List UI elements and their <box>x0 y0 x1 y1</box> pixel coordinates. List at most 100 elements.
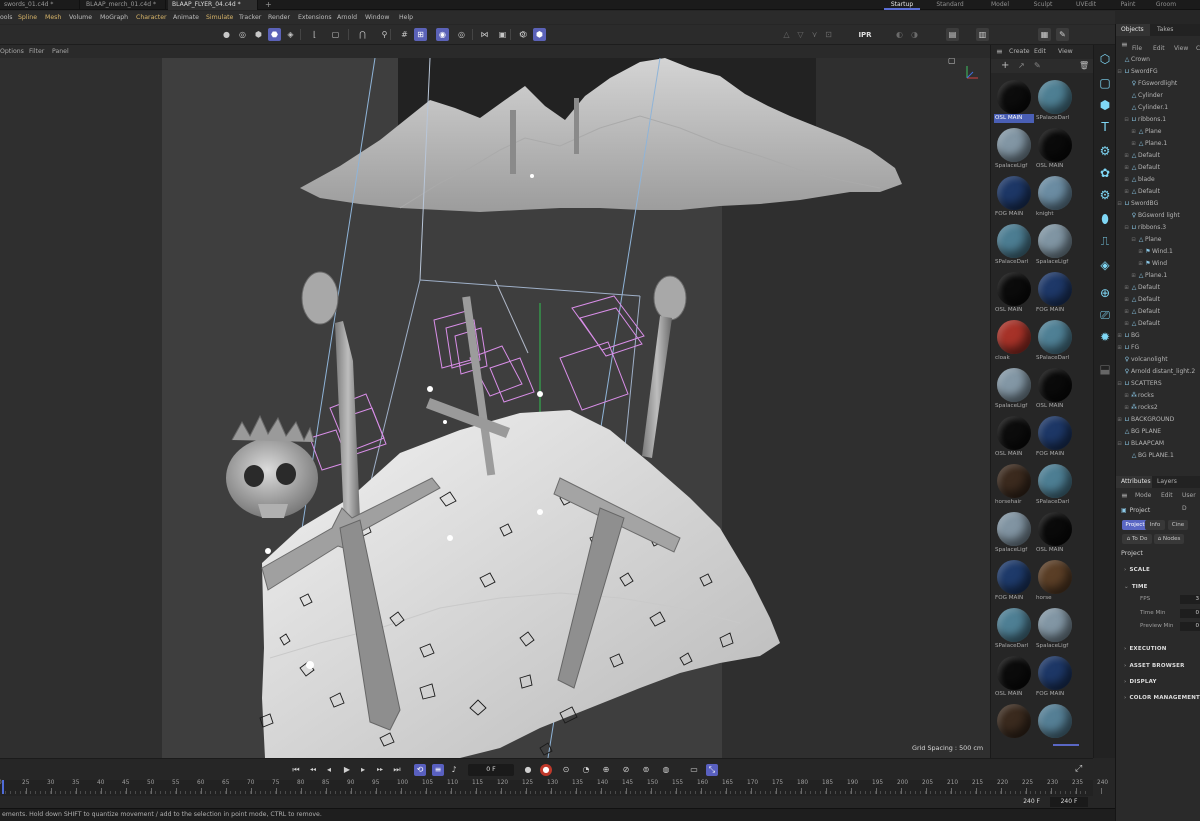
expand-toggle-icon[interactable]: ⊟ <box>1123 222 1130 234</box>
attributes-tab-button[interactable]: Info <box>1145 520 1165 530</box>
material-swatch[interactable]: OSL MAIN <box>1035 126 1075 173</box>
object-row[interactable]: ⊟ ⊔ SCATTERS <box>1116 378 1200 390</box>
grid-snap-icon[interactable]: # <box>398 28 411 41</box>
new-tab-button[interactable]: + <box>261 0 273 10</box>
points-mode-icon[interactable]: ● <box>220 28 233 41</box>
object-row[interactable]: ⊞ △ Plane.1 <box>1116 138 1200 150</box>
workplane-icon[interactable]: ⊞ <box>414 28 427 41</box>
expand-toggle-icon[interactable]: ⊞ <box>1116 414 1123 426</box>
expand-toggle-icon[interactable]: ⊞ <box>1130 138 1137 150</box>
objects-menu-item[interactable]: Edit <box>1153 42 1165 55</box>
camera-icon[interactable]: ⎚ <box>1097 307 1113 323</box>
ipr-button[interactable]: IPR <box>853 29 877 41</box>
fps-icon[interactable]: ≡ <box>432 764 444 776</box>
move-key-icon[interactable]: ⊕ <box>600 764 612 776</box>
objects-menu-item[interactable]: C <box>1196 42 1200 55</box>
timeline-view-icon[interactable]: ⤢ <box>1075 764 1082 774</box>
next-key-icon[interactable]: ▸▸ <box>374 764 386 776</box>
preview-end-field[interactable]: 240 F <box>1050 797 1088 807</box>
render-region-icon[interactable]: △ <box>780 28 793 41</box>
expand-toggle-icon[interactable]: ⊞ <box>1123 174 1130 186</box>
menu-item[interactable]: MoGraph <box>100 11 128 24</box>
symmetry-icon[interactable]: ◎ <box>455 28 468 41</box>
object-row[interactable]: ⊞ △ Default <box>1116 306 1200 318</box>
expand-toggle-icon[interactable]: ⊞ <box>1123 402 1130 414</box>
layout-tab[interactable]: Model <box>982 0 1018 10</box>
menu-item[interactable]: Character <box>136 11 167 24</box>
attributes-section[interactable]: › COLOR MANAGEMENT <box>1124 692 1200 704</box>
attributes-section[interactable]: › ASSET BROWSER <box>1124 660 1185 672</box>
arnold-ipr-icon[interactable]: ◑ <box>908 28 921 41</box>
expand-toggle-icon[interactable]: ⊞ <box>1137 246 1144 258</box>
object-row[interactable]: ⊟ ⊔ ribbons.1 <box>1116 114 1200 126</box>
viewport-nav-icons[interactable]: ✋ ⊕ ⤢ ▢ <box>948 58 990 65</box>
object-row[interactable]: ⊞ ⊔ BACKGROUND <box>1116 414 1200 426</box>
file-tab[interactable]: BLAAP_FLYER_04.c4d * <box>168 0 258 10</box>
material-swatch[interactable]: cloak <box>994 318 1034 365</box>
rotate-key-icon[interactable]: ⊘ <box>620 764 632 776</box>
expand-toggle-icon[interactable]: ⊞ <box>1137 258 1144 270</box>
trash-icon[interactable]: 🗑 <box>1079 61 1089 70</box>
scene-icon[interactable]: ⬢ <box>533 28 546 41</box>
object-row[interactable]: ⊞ ⚑Wind.1 <box>1116 246 1200 258</box>
go-to-start-icon[interactable]: ⏮ <box>290 764 302 776</box>
scale-key-icon[interactable]: ⊚ <box>640 764 652 776</box>
object-row[interactable]: ⊟ ⊔ SwordBG <box>1116 198 1200 210</box>
expand-toggle-icon[interactable]: ⊟ <box>1123 114 1130 126</box>
axis-icon[interactable]: ⌊ <box>308 28 321 41</box>
gear-icon[interactable]: ⚙ <box>1097 187 1113 203</box>
material-swatch[interactable]: SpalaceLigf <box>1035 222 1075 269</box>
play-icon[interactable]: ▶ <box>341 764 353 776</box>
menu-item[interactable]: Help <box>399 11 413 24</box>
material-swatch[interactable]: SPalaceDarl <box>1035 318 1075 365</box>
keyframe-selection-icon[interactable]: ⊙ <box>560 764 572 776</box>
material-menu-icon[interactable]: ≡ <box>996 45 1003 58</box>
edit-icon[interactable]: ✎ <box>1034 61 1041 70</box>
menu-item[interactable]: Spline <box>18 11 37 24</box>
material-swatch[interactable]: FOG MAIN <box>1035 414 1075 461</box>
material-zoom-slider[interactable] <box>1053 744 1079 746</box>
object-row[interactable]: △ Crown <box>1116 54 1200 66</box>
object-row[interactable]: ⊞ △ Default <box>1116 162 1200 174</box>
sound-icon[interactable]: ♪ <box>448 764 460 776</box>
pla-key-icon[interactable]: ▭ <box>688 764 700 776</box>
polygons-mode-icon[interactable]: ⬢ <box>252 28 265 41</box>
viewport-menu-item[interactable]: Filter <box>29 45 44 58</box>
box-icon[interactable]: ⬢ <box>1097 97 1113 113</box>
menu-item[interactable]: Extensions <box>298 11 332 24</box>
material-swatch[interactable] <box>994 702 1034 748</box>
param-key-icon[interactable]: ◍ <box>660 764 672 776</box>
object-row[interactable]: ⊟ ⊔ BLAAPCAM <box>1116 438 1200 450</box>
material-menu-item[interactable]: View <box>1058 45 1073 58</box>
material-swatch[interactable] <box>1035 702 1075 748</box>
attributes-menu-item[interactable]: Edit <box>1161 489 1173 502</box>
layout-tab[interactable]: Groom <box>1148 0 1184 10</box>
save-as-icon[interactable]: ▦ <box>1038 28 1051 41</box>
add-material-icon[interactable]: + <box>1001 60 1009 71</box>
material-swatch[interactable]: OSL MAIN <box>1035 366 1075 413</box>
attributes-panel-tab[interactable]: Attributes <box>1116 476 1152 488</box>
prev-frame-icon[interactable]: ◂ <box>323 764 335 776</box>
material-swatch[interactable]: OSL MAIN <box>994 270 1034 317</box>
loop-icon[interactable]: ⟲ <box>414 764 426 776</box>
objects-menu-item[interactable]: File <box>1132 42 1142 55</box>
next-frame-icon[interactable]: ▸ <box>357 764 369 776</box>
expand-toggle-icon[interactable]: ⊞ <box>1123 186 1130 198</box>
render-queue-icon[interactable]: ⊡ <box>822 28 835 41</box>
light-icon[interactable]: ✹ <box>1097 329 1113 345</box>
layout-tab[interactable]: Sculpt <box>1025 0 1061 10</box>
text-icon[interactable]: T <box>1097 119 1113 135</box>
timer-icon[interactable]: ◔ <box>580 764 592 776</box>
select-icon[interactable]: ▤ <box>946 28 959 41</box>
attributes-menu-item[interactable]: Mode <box>1135 489 1151 502</box>
material-swatch[interactable]: SpalaceLigf <box>994 126 1034 173</box>
playhead[interactable] <box>2 780 4 794</box>
material-swatch[interactable]: SpalaceLigf <box>994 366 1034 413</box>
deformer-icon[interactable]: ⬮ <box>1097 211 1113 227</box>
expand-toggle-icon[interactable]: ⊟ <box>1116 378 1123 390</box>
atom-icon[interactable]: ✿ <box>1097 165 1113 181</box>
brush-icon[interactable]: ✎ <box>1056 28 1069 41</box>
viewport-menu-item[interactable]: Panel <box>52 45 69 58</box>
layout-tab[interactable]: Paint <box>1110 0 1146 10</box>
material-swatch[interactable]: FOG MAIN <box>1035 654 1075 701</box>
